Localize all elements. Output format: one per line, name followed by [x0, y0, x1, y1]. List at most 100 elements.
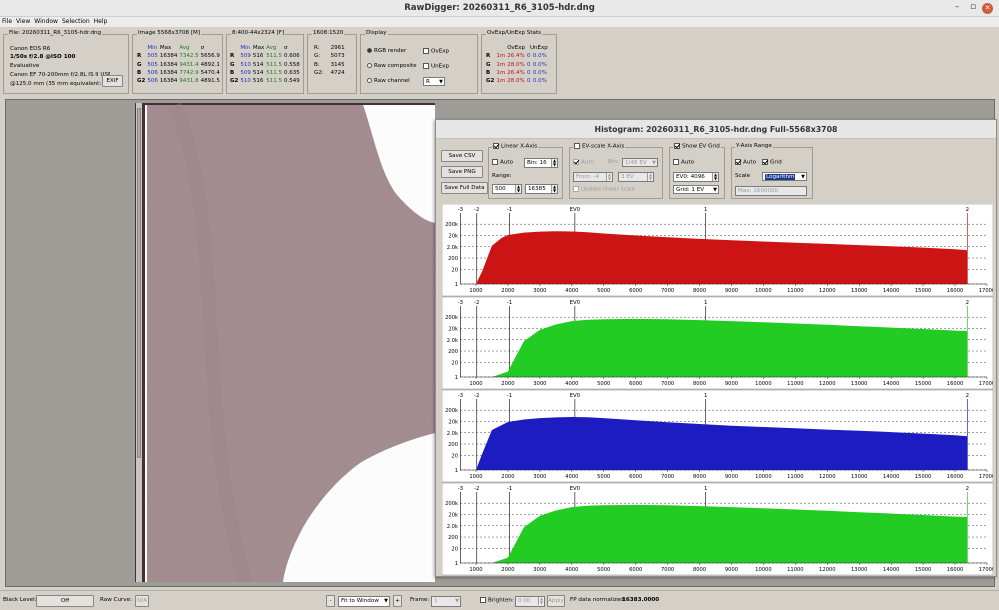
- x-tick-label: 7000: [661, 567, 674, 573]
- brighten-spinner[interactable]: 0.00 ▲ ▼: [515, 596, 545, 607]
- x-tick-label: 10000: [755, 288, 772, 294]
- ev-scale-checkbox[interactable]: EV-scale X-Axis: [573, 143, 626, 150]
- pixel-values-table: R: 2961 G: 5073 B: 3145 G2: 4724: [313, 44, 346, 77]
- ev-bin-label: Bin:: [608, 159, 619, 165]
- zoom-in-button[interactable]: +: [393, 595, 402, 607]
- ev-from-spinner[interactable]: From: -4 ▲ ▼: [573, 172, 613, 182]
- y-max-spinner[interactable]: Max: 1600000: [735, 186, 807, 196]
- exposure-stats-title: OvExp/UnExp Stats: [486, 30, 543, 36]
- x-tick-label: 2000: [501, 474, 514, 480]
- menu-help[interactable]: Help: [92, 17, 110, 25]
- save-csv-button[interactable]: Save CSV: [441, 150, 483, 162]
- linear-x-axis-checkbox[interactable]: Linear X-Axis: [492, 143, 539, 150]
- y-scale-select[interactable]: Logarithm ▼: [762, 172, 807, 181]
- table-row: R: 2961: [314, 45, 345, 51]
- spinner-arrows-icon[interactable]: ▲ ▼: [515, 185, 521, 193]
- x-tick-label: 1000: [469, 381, 482, 387]
- maximize-icon[interactable]: ▫: [966, 2, 980, 12]
- ovexp-checkbox[interactable]: OvExp: [423, 48, 449, 55]
- show-ev-grid-checkbox[interactable]: Show EV Grid: [673, 143, 721, 150]
- lens-info: Canon EF 70-200mm f/2.8L IS II USM: [10, 72, 110, 78]
- menu-window[interactable]: Window: [32, 17, 60, 25]
- exposure-stats-panel: OvExp/UnExp Stats OvExp UnExp R 1m 26.4% 0 0.…: [481, 30, 557, 94]
- rgb-render-radio[interactable]: RGB render: [367, 48, 406, 54]
- x-tick-label: 13000: [851, 381, 868, 387]
- x-tick-label: 11000: [787, 567, 804, 573]
- checkbox-checked-icon: [573, 159, 579, 165]
- x-tick-label: 13000: [851, 288, 868, 294]
- apply-button[interactable]: Apply: [547, 595, 565, 607]
- save-full-data-button[interactable]: Save Full Data: [441, 182, 488, 194]
- spinner-arrows-icon[interactable]: ▲ ▼: [551, 185, 557, 193]
- raw-channel-select[interactable]: R ▼: [423, 77, 445, 86]
- ev-to-spinner[interactable]: 3 EV ▲ ▼: [618, 172, 654, 182]
- brighten-checkbox[interactable]: Brighten:: [480, 597, 514, 604]
- y-tick-label: 20: [451, 360, 458, 366]
- x-tick-label: 16000: [947, 567, 964, 573]
- raw-curve-button[interactable]: N/A: [135, 595, 149, 607]
- unexp-checkbox[interactable]: UnExp: [423, 63, 449, 70]
- range-to-spinner[interactable]: 16385 ▲ ▼: [525, 184, 558, 194]
- save-png-button[interactable]: Save PNG: [441, 166, 483, 178]
- y-tick-label: 200k: [445, 315, 458, 321]
- ev-grid-auto-checkbox[interactable]: Auto: [673, 159, 694, 166]
- ev-mark-label: -1: [507, 393, 512, 399]
- y-tick-label: 200: [448, 535, 458, 541]
- exif-button[interactable]: EXIF: [102, 75, 123, 87]
- zoom-out-button[interactable]: -: [326, 595, 335, 607]
- frame-select[interactable]: 1 ▼: [431, 596, 461, 607]
- linear-bin-spinner[interactable]: Bin: 16 ▲ ▼: [524, 158, 558, 168]
- spinner-arrows-icon[interactable]: ▲ ▼: [551, 159, 557, 167]
- y-auto-checkbox[interactable]: Auto: [735, 159, 756, 166]
- linear-auto-checkbox[interactable]: Auto: [492, 159, 513, 166]
- raw-image-preview[interactable]: [135, 103, 435, 582]
- y-grid-checkbox[interactable]: Grid: [762, 159, 782, 166]
- black-level-button[interactable]: Off: [36, 595, 94, 607]
- spinner-arrows-icon[interactable]: ▲ ▼: [647, 173, 653, 181]
- zoom-select[interactable]: Fit to Window ▼: [338, 596, 390, 607]
- metering-mode: Evaluative: [10, 63, 40, 69]
- menu-file[interactable]: File: [0, 17, 14, 25]
- minimize-icon[interactable]: –: [950, 2, 964, 12]
- ev-grid-select[interactable]: Grid: 1 EV ▼: [673, 185, 719, 194]
- range-from-spinner[interactable]: 500 ▲ ▼: [492, 184, 522, 194]
- display-panel: Display RGB render Raw composite Raw cha…: [360, 30, 478, 94]
- raw-channel-radio[interactable]: Raw channel: [367, 78, 410, 84]
- ev-bin-select[interactable]: 1/48 EV ▼: [622, 158, 658, 167]
- ev-auto-checkbox[interactable]: Auto: [573, 159, 594, 166]
- x-tick-label: 2000: [501, 567, 514, 573]
- scrollbar-thumb[interactable]: [137, 108, 141, 458]
- image-vertical-scrollbar[interactable]: [136, 103, 142, 582]
- close-icon[interactable]: ✕: [982, 3, 993, 14]
- histogram-window[interactable]: Histogram: 20260311_R6_3105-hdr.dng Full…: [435, 119, 997, 577]
- raw-composite-radio[interactable]: Raw composite: [367, 63, 417, 69]
- menu-selection[interactable]: Selection: [60, 17, 92, 25]
- x-tick-label: 11000: [787, 381, 804, 387]
- histogram-chart-svg: 1 20 200 2.0k 20k 200k -3 -2 -1 EV0 1 2 1000 2000 3000…: [441, 203, 995, 576]
- x-tick-label: 12000: [819, 288, 836, 294]
- ev-mark-label: -3: [458, 300, 463, 306]
- update-linear-scale-checkbox[interactable]: Update linear scale: [573, 186, 635, 193]
- spinner-arrows-icon[interactable]: ▲ ▼: [538, 597, 544, 605]
- table-row: Min Max Avg σ: [240, 45, 288, 51]
- x-tick-label: 15000: [915, 288, 932, 294]
- menu-view[interactable]: View: [14, 17, 32, 25]
- x-tick-label: 3000: [533, 381, 546, 387]
- table-row: B 1m 26.4% 0 0.0%: [486, 69, 547, 76]
- fp-normalized-label: FP data normalized:: [570, 597, 626, 603]
- fp-normalized-value: 16383.0000: [622, 597, 660, 603]
- x-tick-label: 6000: [629, 474, 642, 480]
- selection-stats-title: 8:400-44x2324 [F]: [231, 30, 286, 36]
- spinner-arrows-icon[interactable]: ▲ ▼: [606, 173, 612, 181]
- ev0-spinner[interactable]: EV0: 4096 ▲ ▼: [673, 172, 719, 182]
- display-panel-title: Display: [365, 30, 388, 36]
- x-tick-label: 8000: [693, 474, 706, 480]
- histogram-charts[interactable]: 1 20 200 2.0k 20k 200k -3 -2 -1 EV0 1 2 1000 2000 3000…: [441, 203, 995, 576]
- ev-mark-label: EV0: [570, 486, 581, 492]
- ev-mark-label: 2: [966, 486, 969, 492]
- y-tick-label: 20k: [448, 233, 458, 239]
- ev-mark-label: -3: [458, 207, 463, 213]
- spinner-arrows-icon[interactable]: ▲ ▼: [712, 173, 718, 181]
- ev-mark-label: -2: [474, 207, 479, 213]
- table-row: B: 3145: [314, 61, 345, 68]
